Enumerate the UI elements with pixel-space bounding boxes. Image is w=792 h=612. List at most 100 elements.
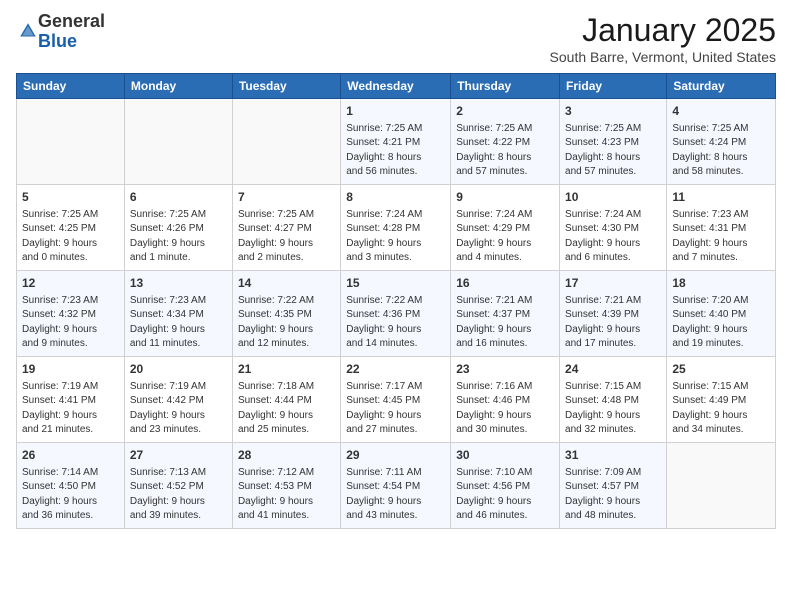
day-number: 28 <box>238 447 335 464</box>
calendar-day-cell: 15Sunrise: 7:22 AM Sunset: 4:36 PM Dayli… <box>341 271 451 357</box>
day-number: 26 <box>22 447 119 464</box>
day-info: Sunrise: 7:25 AM Sunset: 4:26 PM Dayligh… <box>130 208 227 266</box>
calendar-day-cell <box>667 443 776 529</box>
day-number: 13 <box>130 275 227 292</box>
logo-text: General Blue <box>38 12 105 52</box>
calendar-day-cell: 25Sunrise: 7:15 AM Sunset: 4:49 PM Dayli… <box>667 357 776 443</box>
day-number: 24 <box>565 361 661 378</box>
day-info: Sunrise: 7:25 AM Sunset: 4:24 PM Dayligh… <box>672 122 770 180</box>
day-info: Sunrise: 7:25 AM Sunset: 4:22 PM Dayligh… <box>456 122 554 180</box>
day-info: Sunrise: 7:17 AM Sunset: 4:45 PM Dayligh… <box>346 380 445 438</box>
calendar-day-cell: 20 Sunrise: 7:19 AM Sunset: 4:42 PM Dayli… <box>124 357 232 443</box>
calendar-day-cell: 18 Sunrise: 7:20 AM Sunset: 4:40 PM Dayli… <box>667 271 776 357</box>
day-number: 30 <box>456 447 554 464</box>
day-info: Sunrise: 7:11 AM Sunset: 4:54 PM Dayligh… <box>346 466 445 524</box>
calendar-day-cell: 8 Sunrise: 7:24 AM Sunset: 4:28 PM Daylig… <box>341 185 451 271</box>
calendar-week-row: 26 Sunrise: 7:14 AM Sunset: 4:50 PM Dayli… <box>17 443 776 529</box>
day-info: Sunrise: 7:24 AM Sunset: 4:30 PM Dayligh… <box>565 208 661 266</box>
day-number: 8 <box>346 189 445 206</box>
calendar-day-cell: 22 Sunrise: 7:17 AM Sunset: 4:45 PM Dayli… <box>341 357 451 443</box>
calendar-day-cell: 4 Sunrise: 7:25 AM Sunset: 4:24 PM Daylig… <box>667 99 776 185</box>
weekday-header-cell: Wednesday <box>341 74 451 99</box>
weekday-header-cell: Sunday <box>17 74 125 99</box>
header: General Blue January 2025 South Barre, V… <box>16 12 776 65</box>
calendar-day-cell: 24 Sunrise: 7:15 AM Sunset: 4:48 PM Dayli… <box>560 357 667 443</box>
day-info: Sunrise: 7:19 AM Sunset: 4:41 PM Dayligh… <box>22 380 119 438</box>
calendar-day-cell: 30Sunrise: 7:10 AM Sunset: 4:56 PM Dayli… <box>451 443 560 529</box>
day-number: 12 <box>22 275 119 292</box>
day-info: Sunrise: 7:20 AM Sunset: 4:40 PM Dayligh… <box>672 294 770 352</box>
weekday-header-cell: Tuesday <box>232 74 340 99</box>
weekday-header-cell: Monday <box>124 74 232 99</box>
day-info: Sunrise: 7:16 AM Sunset: 4:46 PM Dayligh… <box>456 380 554 438</box>
logo: General Blue <box>16 12 105 52</box>
calendar-day-cell <box>232 99 340 185</box>
calendar-day-cell: 17 Sunrise: 7:21 AM Sunset: 4:39 PM Dayli… <box>560 271 667 357</box>
day-number: 5 <box>22 189 119 206</box>
day-number: 22 <box>346 361 445 378</box>
day-number: 2 <box>456 103 554 120</box>
day-info: Sunrise: 7:23 AM Sunset: 4:32 PM Dayligh… <box>22 294 119 352</box>
calendar-week-row: 19 Sunrise: 7:19 AM Sunset: 4:41 PM Dayli… <box>17 357 776 443</box>
day-info: Sunrise: 7:25 AM Sunset: 4:25 PM Dayligh… <box>22 208 119 266</box>
day-info: Sunrise: 7:24 AM Sunset: 4:28 PM Dayligh… <box>346 208 445 266</box>
location: South Barre, Vermont, United States <box>550 49 776 65</box>
calendar-page: General Blue January 2025 South Barre, V… <box>0 0 792 537</box>
day-info: Sunrise: 7:25 AM Sunset: 4:23 PM Dayligh… <box>565 122 661 180</box>
calendar-day-cell: 16 Sunrise: 7:21 AM Sunset: 4:37 PM Dayli… <box>451 271 560 357</box>
day-number: 29 <box>346 447 445 464</box>
day-info: Sunrise: 7:21 AM Sunset: 4:39 PM Dayligh… <box>565 294 661 352</box>
day-info: Sunrise: 7:19 AM Sunset: 4:42 PM Dayligh… <box>130 380 227 438</box>
calendar-day-cell: 6 Sunrise: 7:25 AM Sunset: 4:26 PM Daylig… <box>124 185 232 271</box>
calendar-day-cell: 10Sunrise: 7:24 AM Sunset: 4:30 PM Dayli… <box>560 185 667 271</box>
day-info: Sunrise: 7:25 AM Sunset: 4:21 PM Dayligh… <box>346 122 445 180</box>
day-info: Sunrise: 7:18 AM Sunset: 4:44 PM Dayligh… <box>238 380 335 438</box>
day-info: Sunrise: 7:14 AM Sunset: 4:50 PM Dayligh… <box>22 466 119 524</box>
day-number: 15 <box>346 275 445 292</box>
day-number: 7 <box>238 189 335 206</box>
day-info: Sunrise: 7:13 AM Sunset: 4:52 PM Dayligh… <box>130 466 227 524</box>
day-number: 19 <box>22 361 119 378</box>
day-info: Sunrise: 7:22 AM Sunset: 4:35 PM Dayligh… <box>238 294 335 352</box>
calendar-day-cell: 29 Sunrise: 7:11 AM Sunset: 4:54 PM Dayli… <box>341 443 451 529</box>
day-info: Sunrise: 7:15 AM Sunset: 4:48 PM Dayligh… <box>565 380 661 438</box>
calendar-day-cell <box>124 99 232 185</box>
weekday-header-row: SundayMondayTuesdayWednesdayThursdayFrid… <box>17 74 776 99</box>
logo-general: General <box>38 11 105 31</box>
weekday-header-cell: Saturday <box>667 74 776 99</box>
day-number: 11 <box>672 189 770 206</box>
day-number: 1 <box>346 103 445 120</box>
day-info: Sunrise: 7:21 AM Sunset: 4:37 PM Dayligh… <box>456 294 554 352</box>
calendar-day-cell <box>17 99 125 185</box>
calendar-day-cell: 28 Sunrise: 7:12 AM Sunset: 4:53 PM Dayli… <box>232 443 340 529</box>
day-number: 6 <box>130 189 227 206</box>
day-number: 3 <box>565 103 661 120</box>
calendar-day-cell: 14 Sunrise: 7:22 AM Sunset: 4:35 PM Dayli… <box>232 271 340 357</box>
day-number: 20 <box>130 361 227 378</box>
day-number: 4 <box>672 103 770 120</box>
calendar-day-cell: 7 Sunrise: 7:25 AM Sunset: 4:27 PM Daylig… <box>232 185 340 271</box>
calendar-day-cell: 19 Sunrise: 7:19 AM Sunset: 4:41 PM Dayli… <box>17 357 125 443</box>
calendar-day-cell: 2 Sunrise: 7:25 AM Sunset: 4:22 PM Daylig… <box>451 99 560 185</box>
day-number: 18 <box>672 275 770 292</box>
day-info: Sunrise: 7:25 AM Sunset: 4:27 PM Dayligh… <box>238 208 335 266</box>
calendar-day-cell: 26 Sunrise: 7:14 AM Sunset: 4:50 PM Dayli… <box>17 443 125 529</box>
day-info: Sunrise: 7:23 AM Sunset: 4:31 PM Dayligh… <box>672 208 770 266</box>
calendar-day-cell: 27Sunrise: 7:13 AM Sunset: 4:52 PM Dayli… <box>124 443 232 529</box>
calendar-week-row: 1 Sunrise: 7:25 AM Sunset: 4:21 PM Daylig… <box>17 99 776 185</box>
calendar-day-cell: 5 Sunrise: 7:25 AM Sunset: 4:25 PM Daylig… <box>17 185 125 271</box>
calendar-day-cell: 1 Sunrise: 7:25 AM Sunset: 4:21 PM Daylig… <box>341 99 451 185</box>
calendar-table: SundayMondayTuesdayWednesdayThursdayFrid… <box>16 73 776 529</box>
day-number: 17 <box>565 275 661 292</box>
day-number: 16 <box>456 275 554 292</box>
day-number: 9 <box>456 189 554 206</box>
calendar-body: 1 Sunrise: 7:25 AM Sunset: 4:21 PM Daylig… <box>17 99 776 529</box>
weekday-header-cell: Friday <box>560 74 667 99</box>
day-info: Sunrise: 7:12 AM Sunset: 4:53 PM Dayligh… <box>238 466 335 524</box>
logo-icon <box>18 21 38 41</box>
day-info: Sunrise: 7:15 AM Sunset: 4:49 PM Dayligh… <box>672 380 770 438</box>
logo-blue: Blue <box>38 31 77 51</box>
calendar-day-cell: 13Sunrise: 7:23 AM Sunset: 4:34 PM Dayli… <box>124 271 232 357</box>
calendar-day-cell: 23Sunrise: 7:16 AM Sunset: 4:46 PM Dayli… <box>451 357 560 443</box>
day-number: 14 <box>238 275 335 292</box>
